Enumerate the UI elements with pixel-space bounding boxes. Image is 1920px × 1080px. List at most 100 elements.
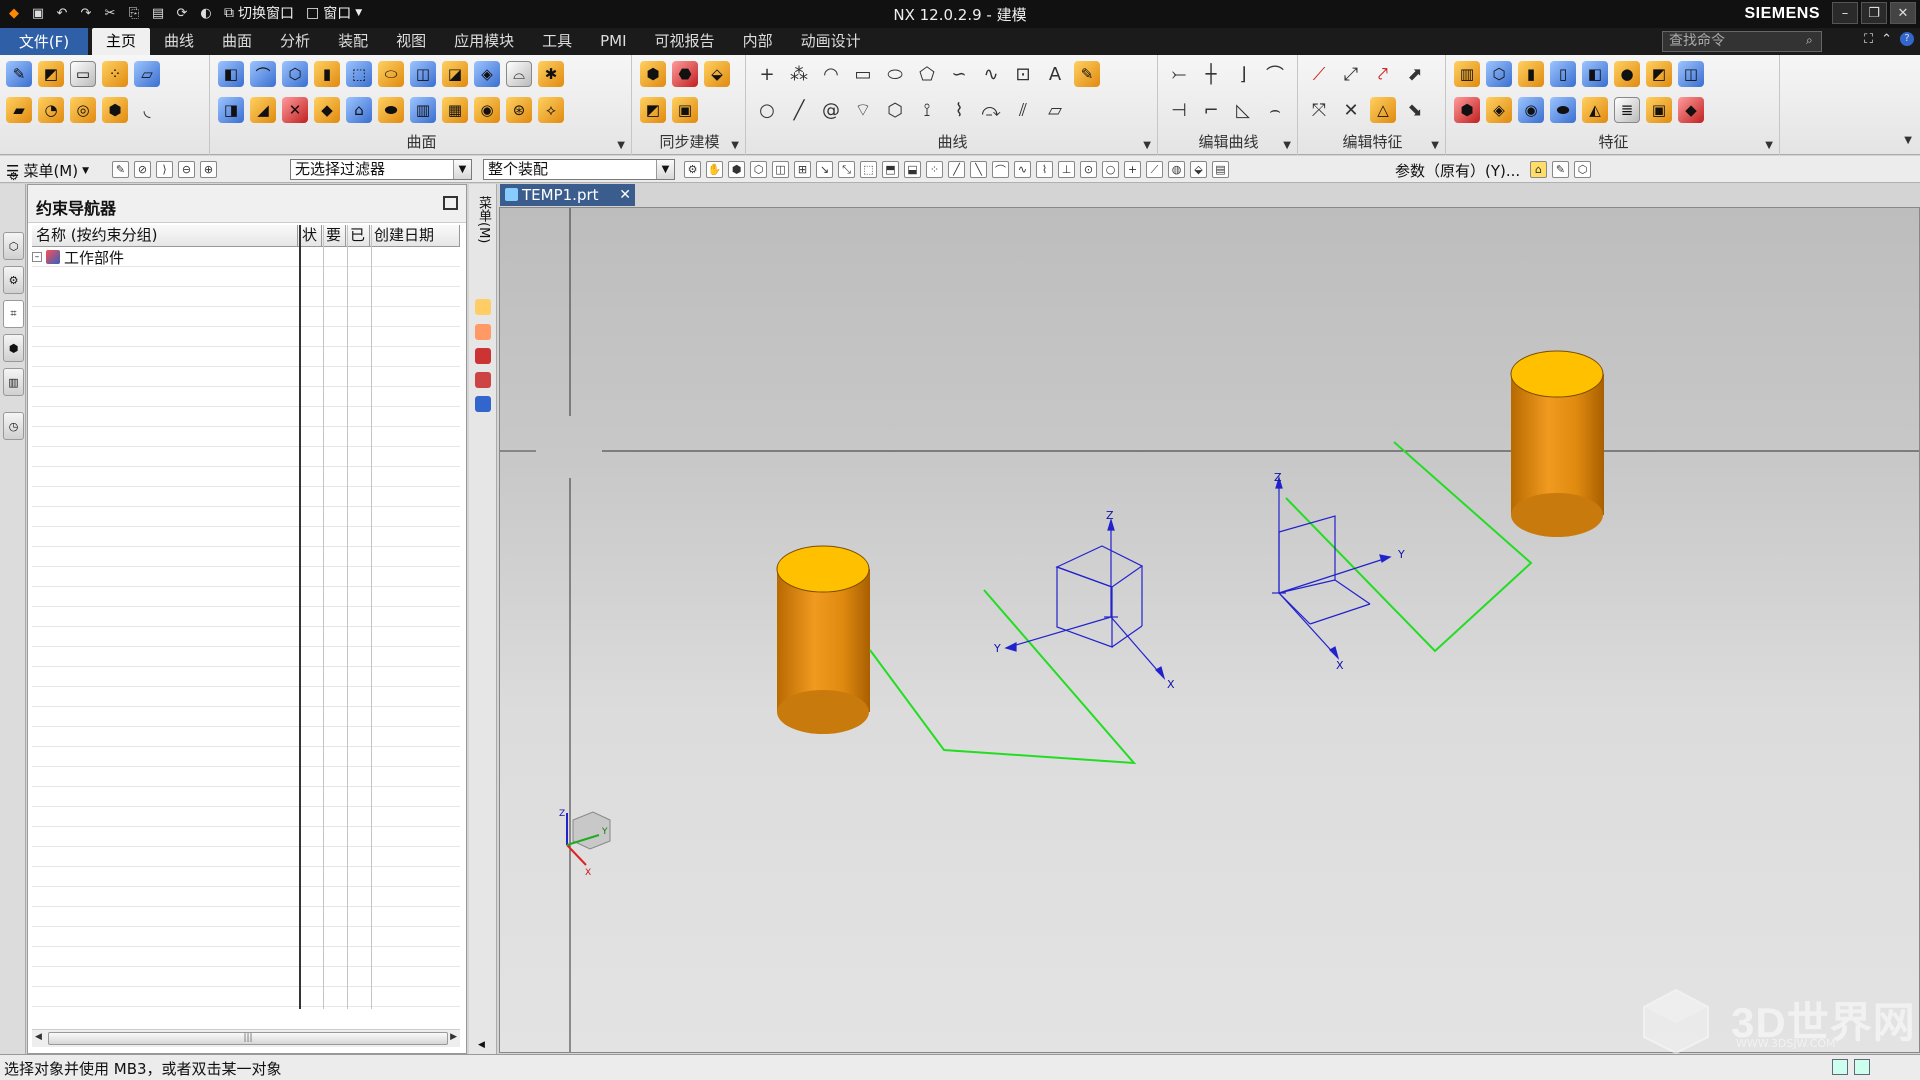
edit-feature-8-icon[interactable]: ⬊: [1402, 97, 1428, 123]
undo-icon[interactable]: ↶: [52, 3, 72, 23]
polygon2-icon[interactable]: ⬠: [914, 61, 940, 87]
sel-tool-5-icon[interactable]: ⊕: [200, 161, 217, 178]
delete-face-icon[interactable]: ⬣: [672, 61, 698, 87]
snap-9-icon[interactable]: ⬚: [860, 161, 877, 178]
curve-9-icon[interactable]: ∿: [978, 61, 1004, 87]
parameters-button[interactable]: 参数（原有）(Y)...: [1395, 160, 1520, 181]
snap-6-icon[interactable]: ⊞: [794, 161, 811, 178]
feature-2-icon[interactable]: ⬢: [1454, 97, 1480, 123]
feature-14-icon[interactable]: ▣: [1646, 97, 1672, 123]
window-menu-button[interactable]: □ 窗口 ▼: [302, 3, 366, 23]
assembly-scope-select[interactable]: 整个装配 ▼: [483, 159, 675, 180]
cone-icon[interactable]: ◭: [1582, 97, 1608, 123]
edit-feature-6-icon[interactable]: △: [1370, 97, 1396, 123]
snap-15-icon[interactable]: ⌒: [992, 161, 1009, 178]
line-icon[interactable]: ╱: [786, 97, 812, 123]
tool-right-3-icon[interactable]: ⬡: [1574, 161, 1591, 178]
snap-2-icon[interactable]: ✋: [706, 161, 723, 178]
snap-3-icon[interactable]: ⬢: [728, 161, 745, 178]
pull-face-icon[interactable]: ◩: [640, 97, 666, 123]
surface-1-icon[interactable]: ◧: [218, 61, 244, 87]
surface-8-icon[interactable]: ◆: [314, 97, 340, 123]
collapse-ribbon-icon[interactable]: ⌃: [1881, 32, 1892, 47]
text-icon[interactable]: A: [1042, 61, 1068, 87]
circle-icon[interactable]: ○: [754, 97, 780, 123]
snap-8-icon[interactable]: ⤡: [838, 161, 855, 178]
edit-feature-7-icon[interactable]: ⬈: [1402, 61, 1428, 87]
touch-mode-icon[interactable]: ◐: [196, 3, 216, 23]
surface-2-icon[interactable]: ◨: [218, 97, 244, 123]
surface-6-icon[interactable]: ✕: [282, 97, 308, 123]
curve-14-icon[interactable]: ▱: [1042, 97, 1068, 123]
snap-19-icon[interactable]: ⊙: [1080, 161, 1097, 178]
fillet-curve-icon[interactable]: ⌐: [1198, 97, 1224, 123]
spline-icon[interactable]: ∽: [946, 61, 972, 87]
tab-view[interactable]: 视图: [382, 28, 440, 55]
feature-13-icon[interactable]: ◩: [1646, 61, 1672, 87]
revolve-icon[interactable]: ◔: [38, 97, 64, 123]
surface-11-icon[interactable]: ⬭: [378, 61, 404, 87]
reuse-library-icon[interactable]: ⬢: [3, 334, 24, 362]
csys-1[interactable]: [1004, 517, 1166, 681]
rectangle-icon[interactable]: ▭: [850, 61, 876, 87]
full-screen-icon[interactable]: ⛶: [1864, 32, 1873, 47]
surface-14-icon[interactable]: ▥: [410, 97, 436, 123]
snap-25-icon[interactable]: ▤: [1212, 161, 1229, 178]
surface-7-icon[interactable]: ▮: [314, 61, 340, 87]
horizontal-scrollbar[interactable]: ◀ ||| ▶: [32, 1029, 460, 1047]
surface-21-icon[interactable]: ✱: [538, 61, 564, 87]
snap-17-icon[interactable]: ⌇: [1036, 161, 1053, 178]
restore-button[interactable]: ❐: [1861, 2, 1887, 24]
snap-5-icon[interactable]: ◫: [772, 161, 789, 178]
thread-icon[interactable]: ≣: [1614, 97, 1640, 123]
spiral-icon[interactable]: @: [818, 97, 844, 123]
edit-curve-6-icon[interactable]: ⌢: [1262, 97, 1288, 123]
part-navigator-icon[interactable]: ⚙: [3, 266, 24, 294]
surface-curve-icon[interactable]: ⌔: [850, 97, 876, 123]
snap-18-icon[interactable]: ⊥: [1058, 161, 1075, 178]
surface-17-icon[interactable]: ◈: [474, 61, 500, 87]
polygon-icon[interactable]: ⬡: [882, 97, 908, 123]
edit-feature-3-icon[interactable]: ⤢: [1338, 61, 1364, 87]
snap-20-icon[interactable]: ○: [1102, 161, 1119, 178]
point-icon[interactable]: +: [754, 61, 780, 87]
tab-internal[interactable]: 内部: [729, 28, 787, 55]
snap-22-icon[interactable]: ⟋: [1146, 161, 1163, 178]
snap-24-icon[interactable]: ⬙: [1190, 161, 1207, 178]
feature-15-icon[interactable]: ◫: [1678, 61, 1704, 87]
tab-animation[interactable]: 动画设计: [787, 28, 875, 55]
paste-icon[interactable]: ▤: [148, 3, 168, 23]
collapse-icon[interactable]: –: [32, 252, 42, 262]
tube-icon[interactable]: ⬬: [1550, 97, 1576, 123]
snap-21-icon[interactable]: +: [1124, 161, 1141, 178]
ellipse-icon[interactable]: ⬭: [882, 61, 908, 87]
minimize-button[interactable]: –: [1832, 2, 1858, 24]
edit-feature-1-icon[interactable]: ⟋: [1306, 61, 1332, 87]
snap-13-icon[interactable]: ╱: [948, 161, 965, 178]
cylinder-left[interactable]: [776, 545, 870, 734]
bridge-curve-icon[interactable]: ⌇: [946, 97, 972, 123]
repeat-command-icon[interactable]: ⟳: [172, 3, 192, 23]
cylinder-right[interactable]: [1510, 350, 1604, 537]
tab-surface[interactable]: 曲面: [208, 28, 266, 55]
surface-13-icon[interactable]: ◫: [410, 61, 436, 87]
edit-feature-4-icon[interactable]: ✕: [1338, 97, 1364, 123]
scroll-left-icon[interactable]: ◀: [35, 1032, 42, 1042]
snap-14-icon[interactable]: ╲: [970, 161, 987, 178]
cylinder-icon[interactable]: ▯: [1550, 61, 1576, 87]
surface-20-icon[interactable]: ⊛: [506, 97, 532, 123]
vtool-4-icon[interactable]: [475, 372, 491, 388]
maximize-icon[interactable]: [443, 196, 458, 210]
snap-23-icon[interactable]: ◍: [1168, 161, 1185, 178]
selection-filter-select[interactable]: 无选择过滤器 ▼: [290, 159, 472, 180]
surface-19-icon[interactable]: ⌓: [506, 61, 532, 87]
group-more-icon[interactable]: ▼: [1765, 140, 1773, 151]
sketch-curve-1[interactable]: [869, 589, 1137, 765]
curve-11-icon[interactable]: ⊡: [1010, 61, 1036, 87]
point-set-icon[interactable]: ⁂: [786, 61, 812, 87]
command-search-input[interactable]: 查找命令: [1662, 31, 1822, 52]
column-header-status[interactable]: 状: [298, 225, 322, 246]
surface-3-icon[interactable]: ⌒: [250, 61, 276, 87]
sketch-icon[interactable]: ✎: [6, 61, 32, 87]
datum-plane-icon[interactable]: ▭: [70, 61, 96, 87]
